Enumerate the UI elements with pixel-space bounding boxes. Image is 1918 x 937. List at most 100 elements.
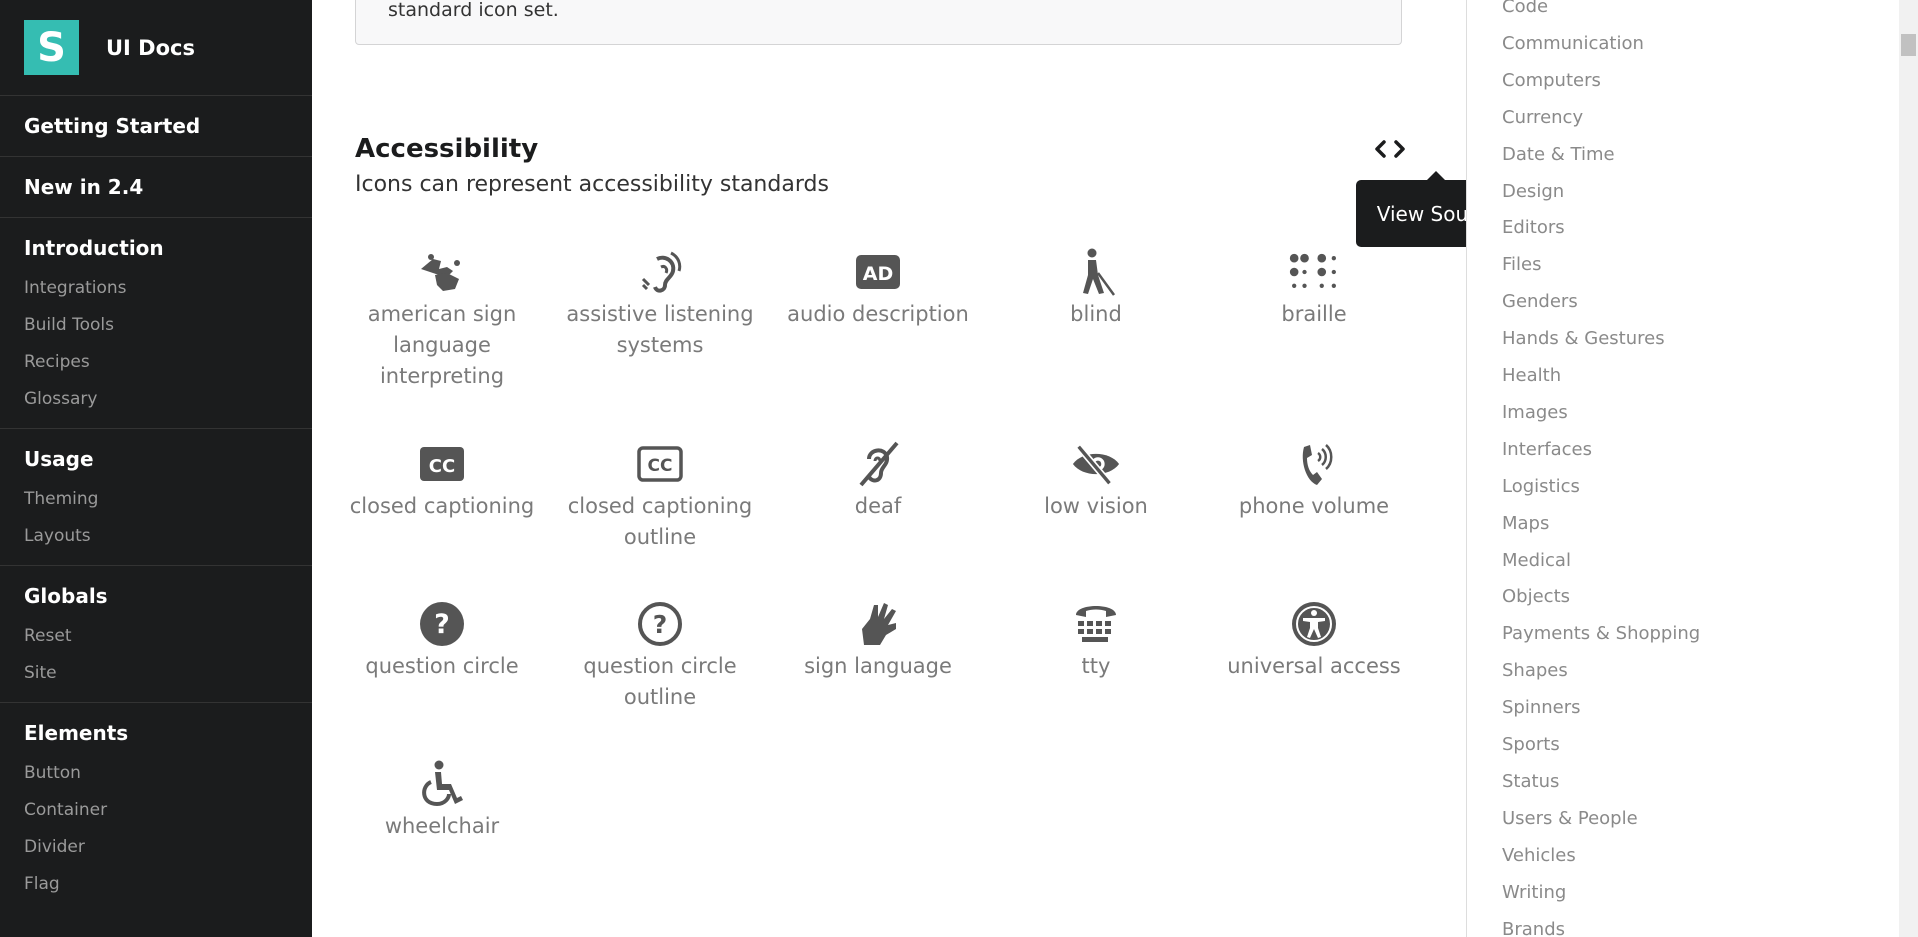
category-menu-item[interactable]: Spinners xyxy=(1502,697,1581,718)
icon-cell-low-vision[interactable]: low vision xyxy=(996,439,1196,522)
category-menu-item[interactable]: Hands & Gestures xyxy=(1502,328,1665,349)
category-menu-item[interactable]: Maps xyxy=(1502,513,1549,534)
universal-access-icon xyxy=(1289,599,1339,649)
sidebar-item-button[interactable]: Button xyxy=(24,763,288,783)
sidebar-item-theming[interactable]: Theming xyxy=(24,489,288,509)
icon-cell-question-circle[interactable]: ? question circle xyxy=(342,599,542,682)
category-menu-item[interactable]: Vehicles xyxy=(1502,845,1576,866)
icon-cell-braille[interactable]: braille xyxy=(1214,247,1414,330)
icon-label: audio description xyxy=(787,302,969,326)
category-menu-item[interactable]: Payments & Shopping xyxy=(1502,623,1700,644)
category-menu-item[interactable]: Genders xyxy=(1502,291,1578,312)
icon-cell-asl[interactable]: american sign language interpreting xyxy=(342,247,542,392)
sidebar-title-usage[interactable]: Usage xyxy=(24,446,288,472)
sidebar-item-recipes[interactable]: Recipes xyxy=(24,352,288,372)
category-menu-item[interactable]: Health xyxy=(1502,365,1561,386)
scrollbar[interactable] xyxy=(1899,0,1918,937)
category-menu-item[interactable]: Code xyxy=(1502,0,1548,17)
sidebar-title-elements[interactable]: Elements xyxy=(24,720,288,746)
category-menu-item[interactable]: Editors xyxy=(1502,217,1565,238)
audio-description-icon: AD xyxy=(853,247,903,297)
sidebar-section-introduction: Introduction Integrations Build Tools Re… xyxy=(0,218,312,429)
category-menu-item[interactable]: Design xyxy=(1502,181,1564,202)
svg-text:CC: CC xyxy=(648,456,673,476)
category-menu-item[interactable]: Status xyxy=(1502,771,1559,792)
icon-cell-wheelchair[interactable]: wheelchair xyxy=(342,759,542,842)
svg-text:AD: AD xyxy=(863,263,893,285)
section-subtitle: Icons can represent accessibility standa… xyxy=(355,172,829,197)
sidebar-item-reset[interactable]: Reset xyxy=(24,626,288,646)
category-menu-item[interactable]: Logistics xyxy=(1502,476,1580,497)
icon-cell-blind[interactable]: blind xyxy=(996,247,1196,330)
icon-cell-deaf[interactable]: deaf xyxy=(778,439,978,522)
sidebar: S UI Docs Getting Started New in 2.4 Int… xyxy=(0,0,312,937)
sidebar-item-layouts[interactable]: Layouts xyxy=(24,526,288,546)
svg-text:?: ? xyxy=(653,610,668,639)
deaf-icon xyxy=(853,439,903,489)
icon-label: wheelchair xyxy=(384,814,500,838)
icon-label: sign language xyxy=(804,654,952,678)
icon-label: braille xyxy=(1281,302,1347,326)
icon-label: closed captioning xyxy=(349,494,535,518)
sidebar-link-new-in[interactable]: New in 2.4 xyxy=(24,174,288,200)
icon-cell-sign-language[interactable]: sign language xyxy=(778,599,978,682)
svg-text:?: ? xyxy=(434,609,450,640)
code-icon xyxy=(1375,140,1405,158)
brand[interactable]: S UI Docs xyxy=(0,0,312,96)
category-menu-item[interactable]: Users & People xyxy=(1502,808,1638,829)
sidebar-link-getting-started[interactable]: Getting Started xyxy=(24,113,288,139)
view-source-button[interactable] xyxy=(1372,134,1408,164)
sidebar-item-build-tools[interactable]: Build Tools xyxy=(24,315,288,335)
icon-cell-closed-captioning-outline[interactable]: CC closed captioning outline xyxy=(560,439,760,553)
category-menu-item[interactable]: Objects xyxy=(1502,586,1570,607)
icon-cell-closed-captioning[interactable]: CC closed captioning xyxy=(342,439,542,522)
icon-label: deaf xyxy=(854,494,902,518)
icon-cell-phone-volume[interactable]: phone volume xyxy=(1214,439,1414,522)
scrollbar-thumb[interactable] xyxy=(1901,34,1916,56)
category-menu-item[interactable]: Currency xyxy=(1502,107,1583,128)
icon-label: closed captioning outline xyxy=(567,494,753,549)
closed-captioning-icon: CC xyxy=(417,439,467,489)
braille-icon xyxy=(1289,247,1339,297)
sidebar-item-divider[interactable]: Divider xyxy=(24,837,288,857)
icon-cell-tty[interactable]: tty xyxy=(996,599,1196,682)
sidebar-section-elements: Elements Button Container Divider Flag xyxy=(0,703,312,913)
icon-label: phone volume xyxy=(1238,494,1390,518)
category-menu-item[interactable]: Medical xyxy=(1502,550,1571,571)
intro-message-box: standard icon set. xyxy=(355,0,1402,45)
icon-cell-assistive-listening[interactable]: assistive listening systems xyxy=(560,247,760,361)
sidebar-title-introduction[interactable]: Introduction xyxy=(24,235,288,261)
sidebar-item-glossary[interactable]: Glossary xyxy=(24,389,288,409)
category-menu-item[interactable]: Shapes xyxy=(1502,660,1568,681)
wheelchair-icon xyxy=(417,759,467,809)
category-menu-item[interactable]: Images xyxy=(1502,402,1568,423)
category-menu-item[interactable]: Communication xyxy=(1502,33,1644,54)
view-source-tooltip: View Source xyxy=(1356,171,1466,247)
icon-cell-universal-access[interactable]: universal access xyxy=(1214,599,1414,682)
sign-language-icon xyxy=(853,599,903,649)
sidebar-item-site[interactable]: Site xyxy=(24,663,288,683)
category-menu-item[interactable]: Date & Time xyxy=(1502,144,1615,165)
icon-label: universal access xyxy=(1227,654,1401,678)
asl-interpreting-icon xyxy=(417,247,467,297)
category-menu-item[interactable]: Interfaces xyxy=(1502,439,1592,460)
sidebar-item-container[interactable]: Container xyxy=(24,800,288,820)
sidebar-title-globals[interactable]: Globals xyxy=(24,583,288,609)
category-menu-item[interactable]: Brands xyxy=(1502,919,1565,937)
question-circle-icon: ? xyxy=(417,599,467,649)
category-menu-item[interactable]: Files xyxy=(1502,254,1542,275)
brand-name: UI Docs xyxy=(106,35,195,60)
category-menu-item[interactable]: Sports xyxy=(1502,734,1560,755)
icon-cell-question-circle-outline[interactable]: ? question circle outline xyxy=(560,599,760,713)
closed-captioning-outline-icon: CC xyxy=(635,439,685,489)
icon-label: question circle outline xyxy=(583,654,737,709)
category-menu-item[interactable]: Computers xyxy=(1502,70,1601,91)
section-title: Accessibility xyxy=(355,134,539,164)
tty-icon xyxy=(1071,599,1121,649)
phone-volume-icon xyxy=(1289,439,1339,489)
sidebar-item-integrations[interactable]: Integrations xyxy=(24,278,288,298)
category-menu-item[interactable]: Writing xyxy=(1502,882,1566,903)
logo-icon: S xyxy=(24,20,79,75)
sidebar-item-flag[interactable]: Flag xyxy=(24,874,288,894)
icon-cell-audio-description[interactable]: AD audio description xyxy=(778,247,978,330)
